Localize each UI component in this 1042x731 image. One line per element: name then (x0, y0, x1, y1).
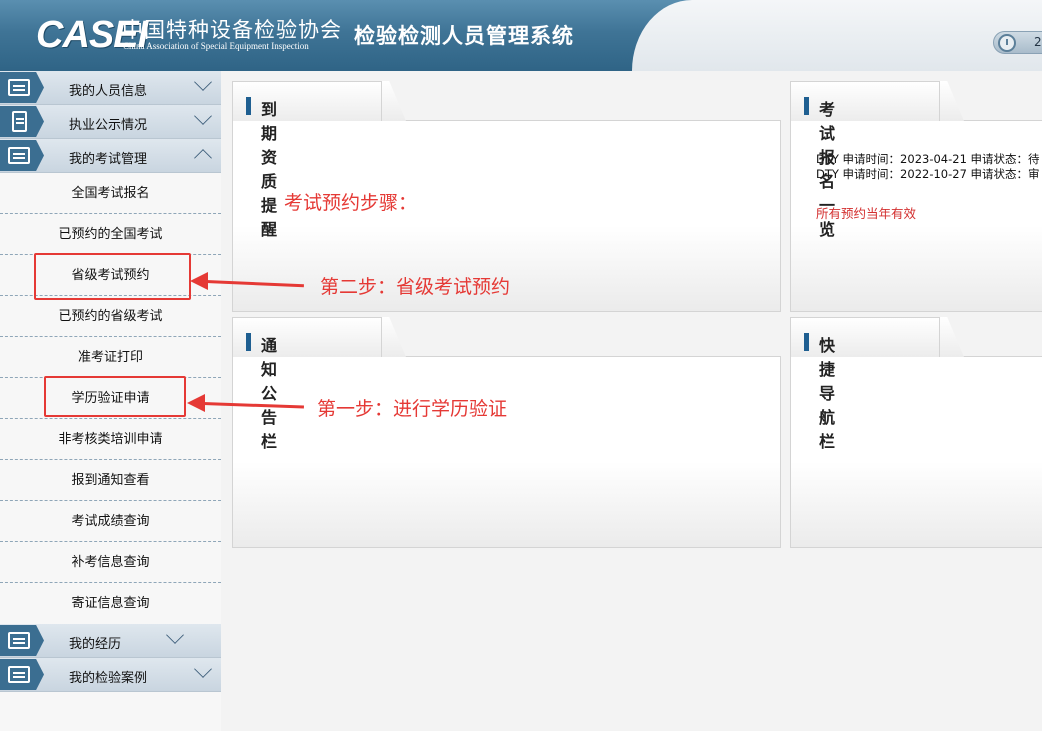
sidebar-item-admission-ticket-print[interactable]: 准考证打印 (0, 337, 221, 378)
annotation-step-one: 第一步：进行学历验证 (317, 398, 508, 420)
panel-body (232, 356, 781, 548)
highlight-provincial-exam-booking (34, 253, 191, 300)
system-title: 检验检测人员管理系统 (354, 24, 574, 48)
sidebar-section-personal-info[interactable]: 我的人员信息 (0, 71, 221, 105)
sidebar-section-label: 我的经历 (69, 637, 122, 652)
title-accent-bar (804, 333, 809, 351)
panel-notice-board: 通知公告栏 (232, 317, 782, 548)
clock-widget[interactable]: 2 (993, 31, 1042, 54)
sidebar-item-report-notice[interactable]: 报到通知查看 (0, 460, 221, 501)
sidebar-item-retake-info-query[interactable]: 补考信息查询 (0, 542, 221, 583)
title-accent-bar (246, 97, 251, 115)
sidebar-item-booked-national-exams[interactable]: 已预约的全国考试 (0, 214, 221, 255)
sidebar-section-experience[interactable]: 我的经历 (0, 624, 221, 658)
chevron-down-icon (194, 660, 212, 678)
exam-entry[interactable]: DTY 申请时间：2023-04-21 申请状态：待 (816, 151, 1040, 167)
id-card-icon (8, 632, 30, 649)
sidebar-section-label: 执业公示情况 (69, 118, 148, 133)
panel-quick-nav: 快捷导航栏 (790, 317, 1042, 548)
title-accent-bar (804, 97, 809, 115)
sidebar-section-inspection-cases[interactable]: 我的检验案例 (0, 658, 221, 692)
sidebar-section-exam-management[interactable]: 我的考试管理 (0, 139, 221, 173)
chevron-down-icon (194, 73, 212, 91)
sidebar-section-label: 我的考试管理 (69, 152, 148, 167)
title-accent-bar (246, 333, 251, 351)
panel-title: 通知公告栏 (261, 336, 278, 451)
sidebar-item-non-assessment-training[interactable]: 非考核类培训申请 (0, 419, 221, 460)
org-name-en: China Association of Special Equipment I… (123, 41, 309, 51)
panel-title: 考试报名一览 (819, 100, 836, 239)
chevron-up-icon (194, 149, 212, 167)
id-card-icon (8, 79, 30, 96)
org-name-cn: 中国特种设备检验协会 (122, 18, 342, 42)
sidebar-item-certificate-mail-query[interactable]: 寄证信息查询 (0, 583, 221, 624)
panel-title: 快捷导航栏 (819, 336, 836, 451)
app-header: CASEI 中国特种设备检验协会 China Association of Sp… (0, 0, 1042, 71)
highlight-education-verification (44, 376, 186, 417)
panel-exam-overview: DTY 申请时间：2023-04-21 申请状态：待 DTY 申请时间：2022… (790, 81, 1042, 312)
exam-entry[interactable]: DTY 申请时间：2022-10-27 申请状态：审 (816, 166, 1040, 182)
alarm-clock-icon (998, 34, 1016, 52)
chevron-down-icon (166, 626, 184, 644)
header-right-panel (632, 0, 1042, 71)
sidebar-item-booked-provincial-exams[interactable]: 已预约的省级考试 (0, 296, 221, 337)
annotation-step-two: 第二步：省级考试预约 (320, 276, 511, 298)
list-card-icon (8, 147, 30, 164)
chevron-down-icon (194, 107, 212, 125)
list-card-icon (8, 666, 30, 683)
sidebar-section-label: 我的人员信息 (69, 84, 148, 99)
sidebar-section-practice-disclosure[interactable]: 执业公示情况 (0, 105, 221, 139)
document-icon (12, 111, 27, 132)
annotation-heading: 考试预约步骤： (284, 192, 418, 214)
sidebar-section-label: 我的检验案例 (69, 671, 148, 686)
sidebar-item-national-exam-signup[interactable]: 全国考试报名 (0, 173, 221, 214)
sidebar-item-exam-score-query[interactable]: 考试成绩查询 (0, 501, 221, 542)
panel-title: 到期资质提醒 (261, 100, 278, 239)
clock-text: 2 (1034, 35, 1042, 49)
